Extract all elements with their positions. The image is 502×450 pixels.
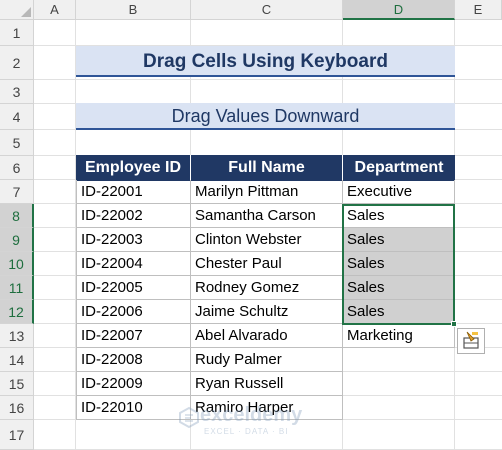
header-full-name[interactable]: Full Name	[191, 155, 343, 181]
department-cell[interactable]: Executive	[343, 180, 455, 204]
department-cell[interactable]: Marketing	[343, 324, 455, 348]
employee-id-cell[interactable]: ID-22004	[76, 252, 191, 276]
full-name-cell[interactable]: Samantha Carson	[191, 204, 343, 228]
row-header-14[interactable]: 14	[0, 348, 34, 372]
row-header-5[interactable]: 5	[0, 130, 34, 156]
row-header-12[interactable]: 12	[0, 300, 34, 324]
row-header-13[interactable]: 13	[0, 324, 34, 348]
employee-id-cell[interactable]: ID-22002	[76, 204, 191, 228]
exceldemy-watermark: exceldemy EXCEL · DATA · BI	[178, 402, 328, 442]
employee-id-cell[interactable]: ID-22007	[76, 324, 191, 348]
employee-id-cell[interactable]: ID-22001	[76, 180, 191, 204]
row-header-8[interactable]: 8	[0, 204, 34, 228]
page-title: Drag Cells Using Keyboard	[76, 46, 455, 77]
row-header-4[interactable]: 4	[0, 104, 34, 130]
full-name-cell[interactable]: Abel Alvarado	[191, 324, 343, 348]
employee-id-cell[interactable]: ID-22010	[76, 396, 191, 420]
employee-id-cell[interactable]: ID-22005	[76, 276, 191, 300]
autofill-options-button[interactable]	[457, 328, 485, 354]
full-name-cell[interactable]: Clinton Webster	[191, 228, 343, 252]
full-name-cell[interactable]: Rudy Palmer	[191, 348, 343, 372]
row-header-11[interactable]: 11	[0, 276, 34, 300]
exceldemy-logo-icon	[179, 406, 199, 428]
row-header-1[interactable]: 1	[0, 20, 34, 46]
row-header-16[interactable]: 16	[0, 396, 34, 420]
column-header-c[interactable]: C	[191, 0, 343, 20]
department-cell[interactable]	[343, 372, 455, 396]
row-header-15[interactable]: 15	[0, 372, 34, 396]
section-subtitle: Drag Values Downward	[76, 103, 455, 130]
row-header-3[interactable]: 3	[0, 80, 34, 104]
full-name-cell[interactable]: Ryan Russell	[191, 372, 343, 396]
row-header-10[interactable]: 10	[0, 252, 34, 276]
header-department[interactable]: Department	[343, 155, 455, 181]
row-header-6[interactable]: 6	[0, 156, 34, 180]
watermark-tagline: EXCEL · DATA · BI	[204, 427, 289, 436]
employee-id-cell[interactable]: ID-22008	[76, 348, 191, 372]
full-name-cell[interactable]: Chester Paul	[191, 252, 343, 276]
selection-range	[342, 204, 455, 325]
department-cell[interactable]	[343, 396, 455, 420]
row-header-9[interactable]: 9	[0, 228, 34, 252]
employee-id-cell[interactable]: ID-22009	[76, 372, 191, 396]
column-header-b[interactable]: B	[76, 0, 191, 20]
column-header-e[interactable]: E	[455, 0, 502, 20]
fill-handle[interactable]	[451, 321, 457, 327]
full-name-cell[interactable]: Jaime Schultz	[191, 300, 343, 324]
row-header-7[interactable]: 7	[0, 180, 34, 204]
autofill-options-icon	[463, 331, 479, 349]
employee-id-cell[interactable]: ID-22003	[76, 228, 191, 252]
full-name-cell[interactable]: Marilyn Pittman	[191, 180, 343, 204]
watermark-name: exceldemy	[200, 404, 303, 426]
employee-id-cell[interactable]: ID-22006	[76, 300, 191, 324]
column-header-d[interactable]: D	[343, 0, 455, 20]
row-header-2[interactable]: 2	[0, 46, 34, 80]
row-header-17[interactable]: 17	[0, 420, 34, 450]
column-header-a[interactable]: A	[34, 0, 76, 20]
department-cell[interactable]	[343, 348, 455, 372]
select-all-corner[interactable]	[0, 0, 34, 20]
full-name-cell[interactable]: Rodney Gomez	[191, 276, 343, 300]
header-employee-id[interactable]: Employee ID	[76, 155, 191, 181]
